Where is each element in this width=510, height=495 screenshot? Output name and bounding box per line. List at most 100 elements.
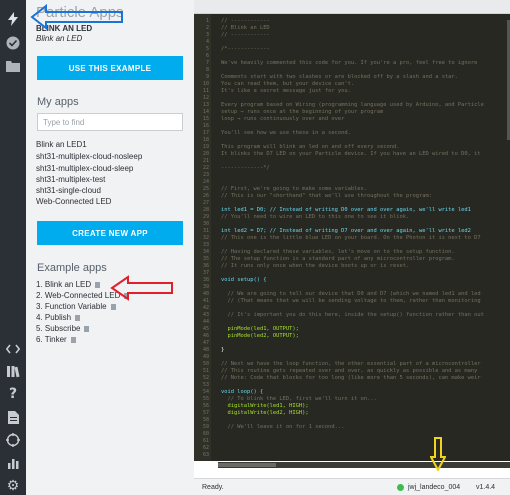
device-online-dot: [397, 484, 404, 491]
create-new-app-button[interactable]: CREATE NEW APP: [37, 221, 183, 245]
line-number: 27: [202, 200, 209, 206]
code-line: digitalWrite(led2, HIGH);: [221, 410, 309, 416]
horizontal-scrollbar-thumb[interactable]: [218, 463, 276, 467]
line-number: 20: [202, 151, 209, 157]
example-app-item[interactable]: 1. Blink an LED: [36, 280, 101, 289]
line-number: 38: [202, 277, 209, 283]
target-icon[interactable]: [4, 431, 22, 449]
example-app-label: 2. Web-Connected LED: [36, 291, 121, 300]
line-number: 15: [202, 116, 209, 122]
current-app-subtitle: Blink an LED: [36, 34, 83, 43]
horizontal-scrollbar[interactable]: [218, 462, 510, 468]
line-number: 32: [202, 235, 209, 241]
line-number: 49: [202, 354, 209, 360]
status-text: Ready.: [202, 484, 224, 491]
code-line: // This one is the little blue LED on yo…: [221, 235, 481, 241]
line-number: 59: [202, 424, 209, 430]
line-number: 62: [202, 445, 209, 451]
code-line: int led2 = D7; // Instead of writing D7 …: [221, 228, 471, 234]
editor-tab-bar: [194, 0, 510, 14]
line-number: 52: [202, 375, 209, 381]
code-line: /*-------------: [221, 46, 270, 52]
line-number: 35: [202, 256, 209, 262]
status-bar: Ready. jwj_landeco_004 v1.4.4: [194, 478, 510, 495]
line-number: 9: [205, 74, 209, 80]
line-number: 6: [205, 53, 209, 59]
code-line: // Note: Code that blocks for too long (…: [221, 375, 481, 381]
code-line: // This routine gets repeated over and o…: [221, 368, 478, 374]
my-app-item[interactable]: sht31-multiplex-test: [36, 175, 105, 184]
line-number: 61: [202, 438, 209, 444]
code-line: // You'll need to wire an LED to this on…: [221, 214, 410, 220]
example-app-item[interactable]: 3. Function Variable: [36, 302, 116, 311]
library-icon[interactable]: [4, 362, 22, 380]
line-number: 44: [202, 319, 209, 325]
line-number-gutter: 1 2 3 4 5 6 7 8 9 10 11 12 13 14 15 16 17 18 19 20 21 22 23 24 2…: [194, 14, 211, 461]
example-app-item[interactable]: 2. Web-Connected LED: [36, 291, 130, 300]
code-line: // First, we're going to make some varia…: [221, 186, 368, 192]
line-number: 24: [202, 179, 209, 185]
code-icon[interactable]: [4, 340, 22, 358]
code-line: }: [221, 347, 225, 353]
lightning-icon[interactable]: [4, 10, 22, 28]
code-line: // Next we have the loop function, the o…: [221, 361, 481, 367]
example-app-label: 6. Tinker: [36, 335, 67, 344]
code-line: We've heavily commented this code for yo…: [221, 60, 478, 66]
line-number: 4: [205, 39, 209, 45]
my-app-item[interactable]: sht31-multiplex-cloud-nosleep: [36, 152, 142, 161]
line-number: 19: [202, 144, 209, 150]
line-number: 39: [202, 284, 209, 290]
code-line: // Having declared these variables, let'…: [221, 249, 455, 255]
my-app-item[interactable]: sht31-multiplex-cloud-sleep: [36, 164, 133, 173]
line-number: 14: [202, 109, 209, 115]
code-line: -------------*/: [221, 165, 270, 171]
code-editor[interactable]: 1 2 3 4 5 6 7 8 9 10 11 12 13 14 15 16 17 18 19 20 21 22 23 24 2…: [194, 14, 510, 461]
code-line: // We'll leave it on for 1 second...: [221, 424, 345, 430]
check-circle-icon[interactable]: [4, 34, 22, 52]
search-input[interactable]: [37, 113, 183, 131]
example-app-item[interactable]: 4. Publish: [36, 313, 81, 322]
line-number: 3: [205, 32, 209, 38]
document-icon: [95, 281, 101, 288]
example-app-item[interactable]: 6. Tinker: [36, 335, 76, 344]
my-app-item[interactable]: Web-Connected LED: [36, 197, 111, 206]
gear-icon[interactable]: ⚙: [4, 476, 22, 494]
example-app-item[interactable]: 5. Subscribe: [36, 324, 90, 333]
line-number: 40: [202, 291, 209, 297]
my-app-item[interactable]: Blink an LED1: [36, 140, 87, 149]
help-icon[interactable]: ?: [4, 385, 22, 403]
line-number: 56: [202, 403, 209, 409]
code-line: // It runs only once when the device boo…: [221, 263, 410, 269]
line-number: 54: [202, 389, 209, 395]
code-line: setup → runs once at the beginning of yo…: [221, 109, 384, 115]
panel-title: Particle Apps: [36, 4, 124, 21]
line-number: 13: [202, 102, 209, 108]
code-line: It's like a secret message just for you.: [221, 88, 351, 94]
example-app-label: 4. Publish: [36, 313, 72, 322]
line-number: 25: [202, 186, 209, 192]
line-number: 5: [205, 46, 209, 52]
line-number: 7: [205, 60, 209, 66]
code-line: It blinks the D7 LED on your Particle de…: [221, 151, 481, 157]
line-number: 8: [205, 67, 209, 73]
chart-icon[interactable]: [4, 454, 22, 472]
firmware-version[interactable]: v1.4.4: [476, 484, 495, 491]
my-app-item[interactable]: sht31-single-cloud: [36, 186, 101, 195]
line-number: 30: [202, 221, 209, 227]
line-number: 28: [202, 207, 209, 213]
code-line: // (That means that we will be sending v…: [221, 298, 481, 304]
line-number: 31: [202, 228, 209, 234]
line-number: 60: [202, 431, 209, 437]
code-line: // To blink the LED, first we'll turn it…: [221, 396, 377, 402]
line-number: 41: [202, 298, 209, 304]
use-this-example-button[interactable]: USE THIS EXAMPLE: [37, 56, 183, 80]
document-icon[interactable]: [4, 408, 22, 426]
code-line: // It's important you do this here, insi…: [221, 312, 484, 318]
line-number: 21: [202, 158, 209, 164]
example-app-label: 1. Blink an LED: [36, 280, 92, 289]
line-number: 18: [202, 137, 209, 143]
folder-icon[interactable]: [4, 57, 22, 75]
line-number: 47: [202, 340, 209, 346]
device-name[interactable]: jwj_landeco_004: [408, 484, 460, 491]
line-number: 26: [202, 193, 209, 199]
